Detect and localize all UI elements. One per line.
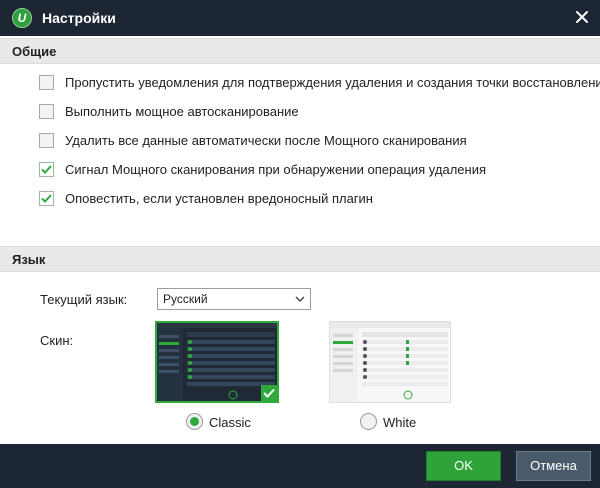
checkbox-checked[interactable] [39,191,54,206]
chevron-down-icon [295,296,305,302]
checkbox[interactable] [39,104,54,119]
selected-check-badge [261,385,277,401]
dialog-footer: OK Отмена [0,444,600,488]
radio-button[interactable] [360,413,377,430]
close-button[interactable] [574,9,590,25]
checkmark-icon [263,388,275,398]
section-title-language: Язык [12,252,46,267]
classic-skin-preview [157,323,277,401]
skin-option-label: White [383,415,417,430]
window-title: Настройки [42,10,116,26]
skin-option-label: Classic [209,415,251,430]
checkbox-checked[interactable] [39,162,54,177]
radio-button-selected[interactable] [186,413,203,430]
white-skin-preview [330,322,450,402]
section-header-language: Язык [0,246,600,272]
checkbox[interactable] [39,75,54,90]
checkbox[interactable] [39,133,54,148]
option-label: Выполнить мощное автосканирование [65,104,299,119]
section-title-general: Общие [12,44,57,59]
option-label: Удалить все данные автоматически после М… [65,133,467,148]
skin-thumbnail-classic[interactable] [155,321,279,403]
skin-label: Скин: [40,333,74,348]
cancel-button[interactable]: Отмена [516,451,591,481]
checkmark-icon [41,194,52,203]
title-bar: U Настройки [0,0,600,36]
option-label: Пропустить уведомления для подтверждения… [65,75,600,90]
option-label: Оповестить, если установлен вредоносный … [65,191,373,206]
current-language-label: Текущий язык: [40,292,128,307]
app-logo-icon: U [12,8,32,28]
language-select[interactable]: Русский [157,288,311,310]
close-icon [576,11,588,23]
checkmark-icon [41,165,52,174]
section-header-general: Общие [0,38,600,64]
skin-thumbnail-white[interactable] [329,321,451,403]
option-label: Сигнал Мощного сканирования при обнаруже… [65,162,486,177]
ok-button[interactable]: OK [426,451,501,481]
language-select-value: Русский [163,292,208,306]
